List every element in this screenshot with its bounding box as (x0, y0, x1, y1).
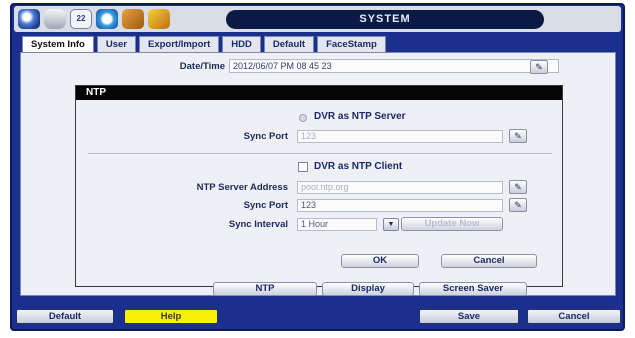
pencil-icon: ✎ (535, 62, 543, 72)
tab-export-import[interactable]: Export/Import (138, 36, 220, 52)
datetime-edit-button[interactable]: ✎ (530, 60, 548, 74)
cancel-button[interactable]: Cancel (527, 309, 621, 324)
server-sync-port-label: Sync Port (243, 131, 288, 142)
datetime-label: Date/Time (179, 61, 225, 72)
server-sync-port-edit-button[interactable]: ✎ (509, 129, 527, 143)
section-divider (88, 153, 552, 154)
tab-facestamp[interactable]: FaceStamp (317, 36, 386, 52)
camera-icon[interactable] (44, 9, 66, 29)
sync-interval-label: Sync Interval (228, 219, 288, 230)
chevron-down-icon: ▼ (387, 221, 395, 228)
pencil-icon[interactable] (148, 9, 170, 29)
help-button[interactable]: Help (124, 309, 218, 324)
tab-default[interactable]: Default (263, 36, 315, 52)
dvr-as-ntp-server-radio[interactable] (299, 114, 307, 122)
display-button[interactable]: Display (322, 282, 414, 296)
client-sync-port-label: Sync Port (243, 200, 288, 211)
ntp-button[interactable]: NTP (213, 282, 317, 296)
network-icon[interactable] (96, 9, 118, 29)
update-now-button[interactable]: Update Now (401, 217, 503, 231)
calendar-icon[interactable]: 22 (70, 9, 92, 29)
tab-system-info[interactable]: System Info (22, 36, 94, 52)
save-button[interactable]: Save (419, 309, 519, 324)
dvr-as-ntp-client-checkbox[interactable] (298, 162, 308, 172)
ntp-server-address-edit-button[interactable]: ✎ (509, 180, 527, 194)
client-sync-port-edit-button[interactable]: ✎ (509, 198, 527, 212)
tab-bar: System Info User Export/Import HDD Defau… (22, 36, 386, 52)
client-sync-port-field[interactable]: 123 (297, 199, 503, 212)
datetime-field: 2012/06/07 PM 08 45 23 (229, 59, 559, 73)
ntp-server-address-label: NTP Server Address (196, 182, 288, 193)
tools-icon[interactable] (122, 9, 144, 29)
sync-interval-dropdown-button[interactable]: ▼ (383, 218, 399, 231)
tab-user[interactable]: User (96, 36, 136, 52)
ntp-server-address-field[interactable]: pool.ntp.org (297, 181, 503, 194)
default-button[interactable]: Default (16, 309, 114, 324)
pencil-icon: ✎ (514, 182, 522, 192)
server-sync-port-field[interactable]: 123 (297, 130, 503, 143)
tab-hdd[interactable]: HDD (222, 36, 261, 52)
ntp-dialog-title: NTP (76, 86, 562, 100)
top-toolbar: 22 SYSTEM (14, 6, 621, 32)
ntp-dialog: NTP DVR as NTP Server Sync Port 123 ✎ DV… (75, 85, 563, 287)
sync-interval-select[interactable]: 1 Hour (297, 218, 377, 231)
window-title: SYSTEM (226, 10, 544, 29)
dvr-as-ntp-client-label: DVR as NTP Client (314, 161, 403, 172)
pencil-icon: ✎ (514, 200, 522, 210)
ntp-cancel-button[interactable]: Cancel (441, 254, 537, 268)
dvr-logo-icon[interactable] (18, 9, 40, 29)
ntp-ok-button[interactable]: OK (341, 254, 419, 268)
pencil-icon: ✎ (514, 131, 522, 141)
screen-saver-button[interactable]: Screen Saver (419, 282, 527, 296)
dvr-as-ntp-server-label: DVR as NTP Server (314, 111, 406, 122)
